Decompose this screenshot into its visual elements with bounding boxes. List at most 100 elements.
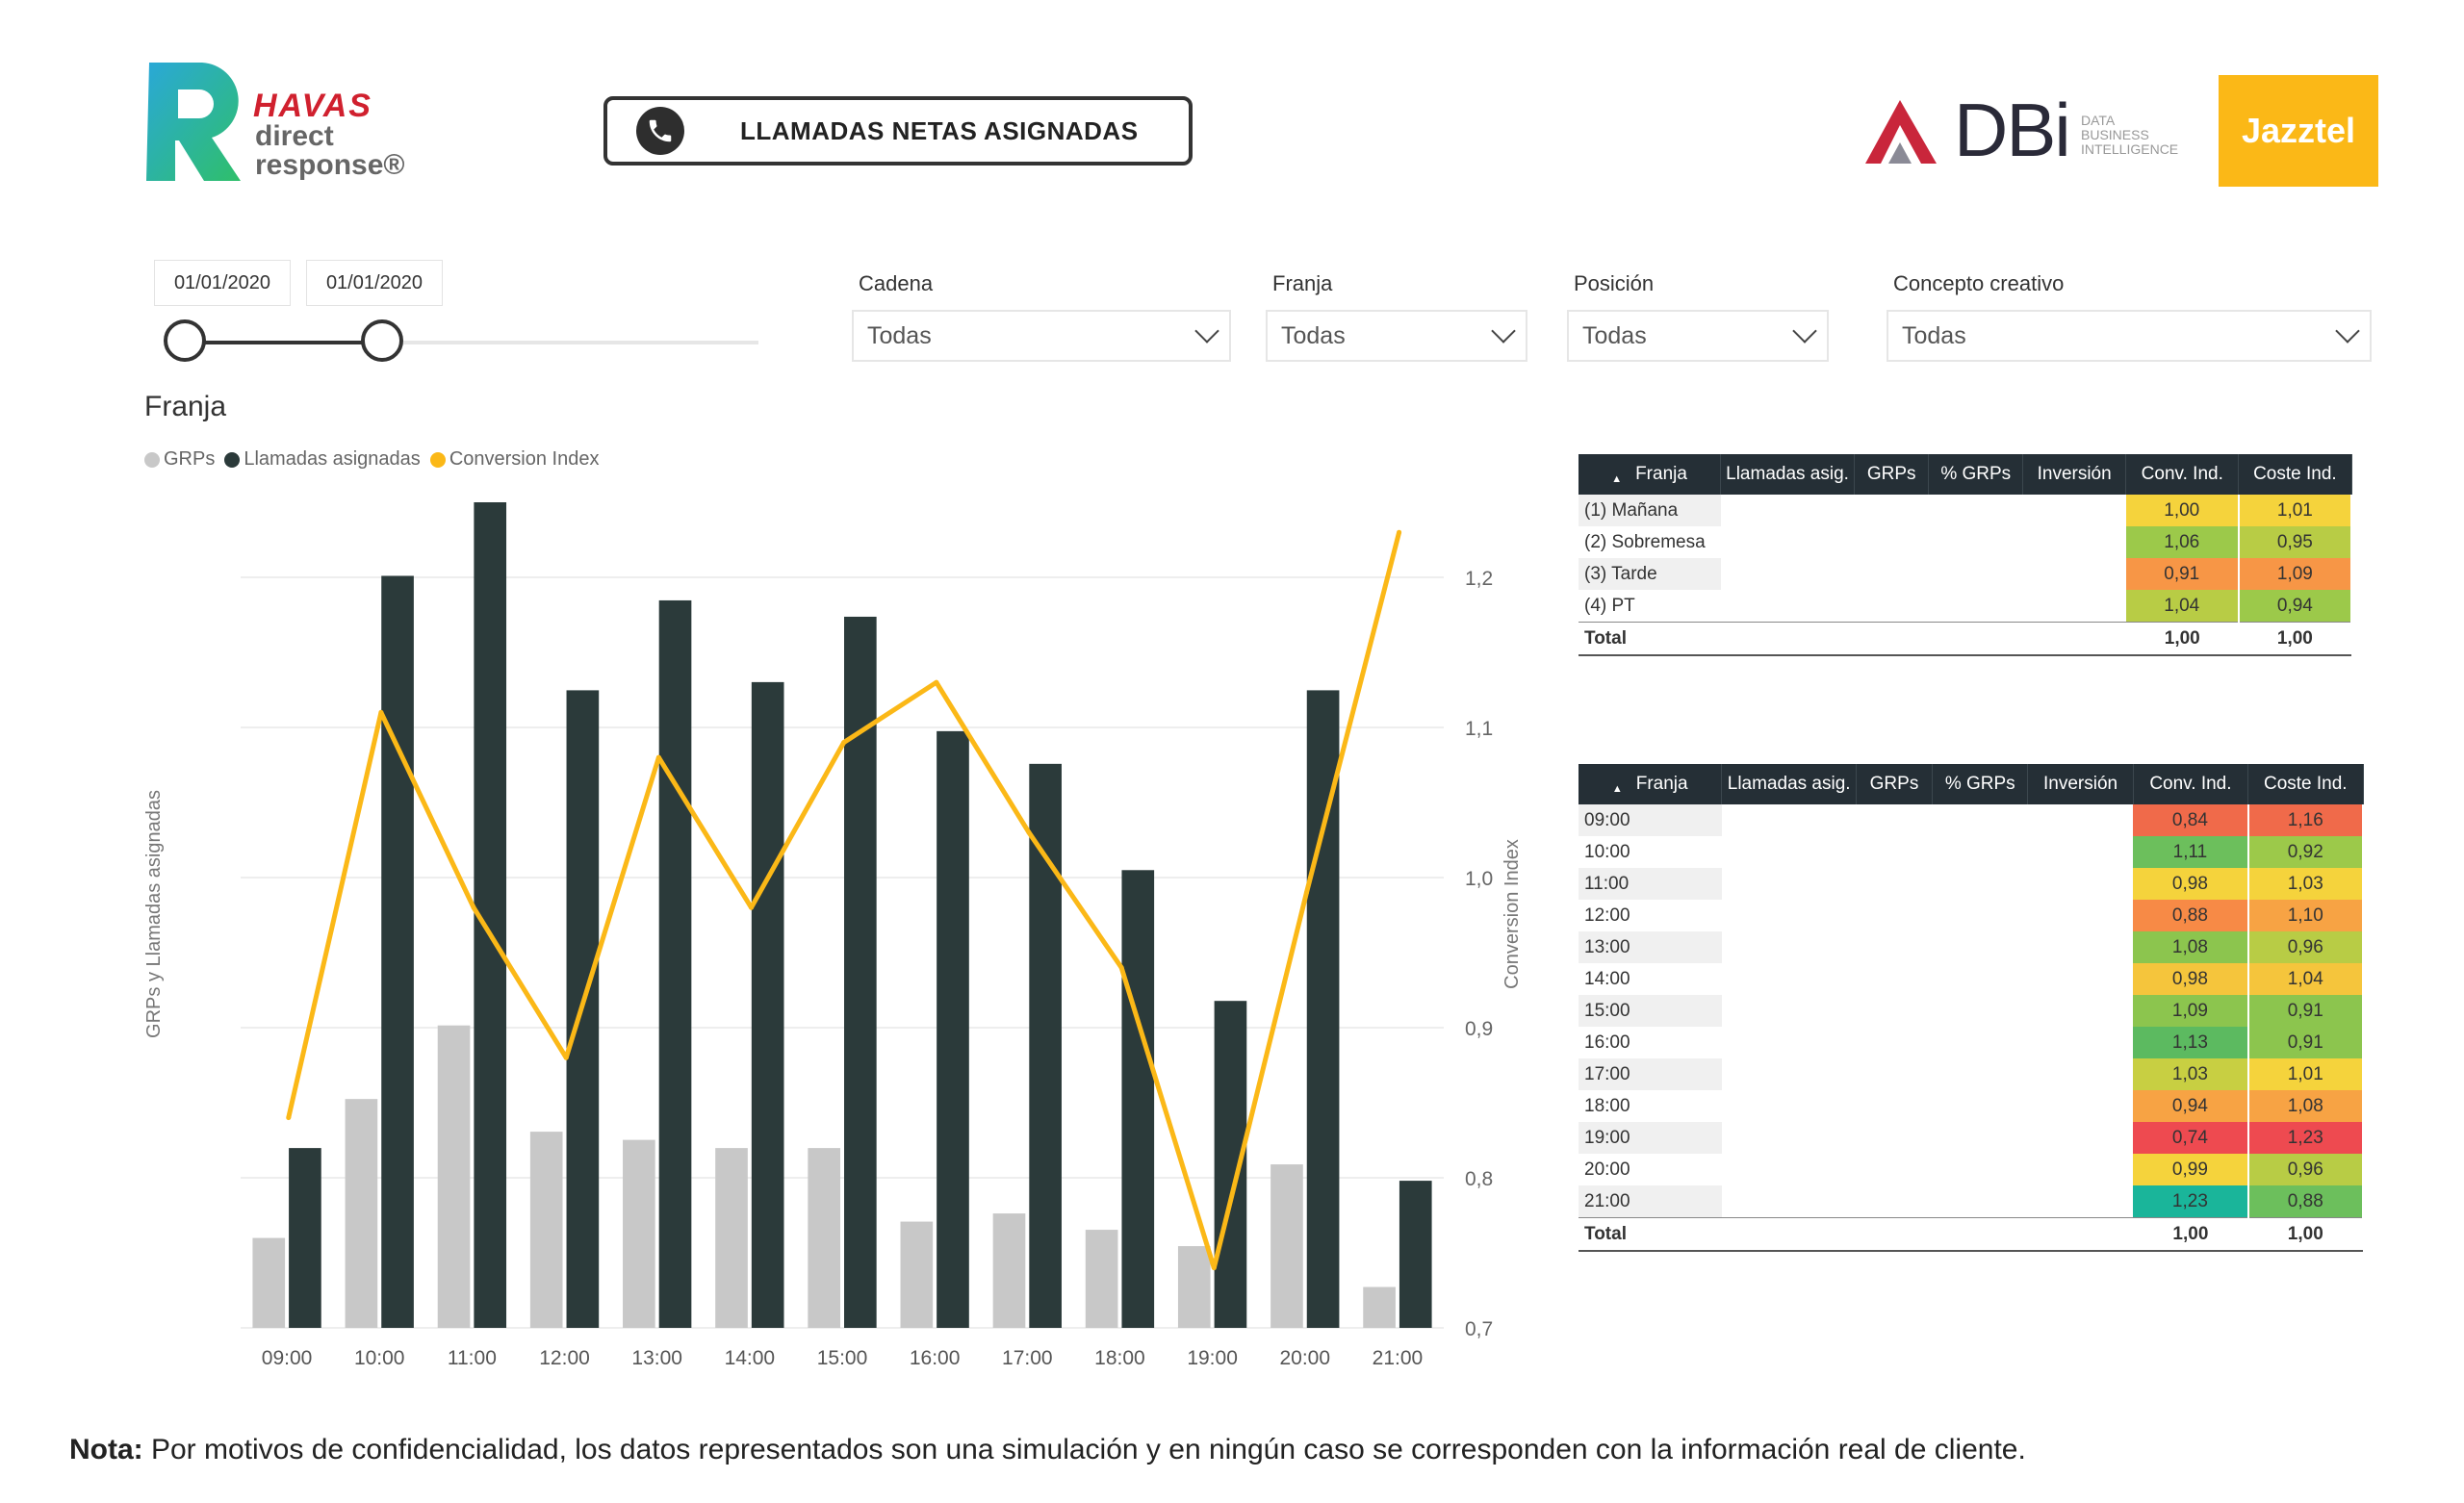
conv-ind-cell: 0,98: [2133, 868, 2249, 900]
conv-ind-cell: 0,99: [2133, 1154, 2249, 1185]
hora-summary-table: ▲ Franja Llamadas asig. GRPs% GRPs Inversión…: [1578, 764, 2365, 1252]
conv-ind-cell: 0,91: [2125, 558, 2240, 590]
conv-ind-cell: 0,94: [2133, 1090, 2249, 1122]
table-row[interactable]: (3) Tarde 0,91 1,09: [1578, 558, 2353, 590]
table-row[interactable]: 19:00 0,74 1,23: [1578, 1122, 2365, 1154]
column-header[interactable]: ▲ Franja: [1578, 454, 1722, 495]
date-slider-start-handle[interactable]: [164, 319, 206, 362]
llamadas-cell: [1722, 931, 1856, 963]
conv-ind-cell: 0,74: [2133, 1122, 2249, 1154]
cadena-dropdown[interactable]: Todas: [852, 310, 1231, 362]
pct-grps-cell: [1929, 526, 2023, 558]
inversion-cell: [2028, 931, 2133, 963]
pct-grps-cell: [1933, 1090, 2028, 1122]
franja-cell: 16:00: [1578, 1027, 1722, 1058]
report-title-box: LLAMADAS NETAS ASIGNADAS: [603, 96, 1193, 166]
conv-ind-cell: 1,13: [2133, 1027, 2249, 1058]
column-header[interactable]: Conv. Ind.: [2133, 764, 2249, 804]
franja-cell: 12:00: [1578, 900, 1722, 931]
column-header[interactable]: Llamadas asig.: [1720, 454, 1855, 495]
x-tick-label: 21:00: [1373, 1347, 1424, 1369]
legend-item-llamadas[interactable]: Llamadas asignadas: [224, 448, 421, 471]
table-row[interactable]: 17:00 1,03 1,01: [1578, 1058, 2365, 1090]
concepto-creativo-dropdown[interactable]: Todas: [1886, 310, 2372, 362]
pct-grps-cell: [1929, 558, 2023, 590]
y2-tick-label: 0,9: [1465, 1018, 1493, 1040]
coste-ind-cell: 1,01: [2238, 495, 2353, 526]
table-row[interactable]: 12:00 0,88 1,10: [1578, 900, 2365, 931]
column-header[interactable]: Llamadas asig.: [1721, 764, 1857, 804]
bar-grps: [1363, 1286, 1396, 1328]
date-from-input[interactable]: 01/01/2020: [154, 260, 291, 306]
table-row[interactable]: (4) PT 1,04 0,94: [1578, 590, 2353, 623]
table-row[interactable]: 11:00 0,98 1,03: [1578, 868, 2365, 900]
y2-tick-label: 0,7: [1465, 1318, 1493, 1340]
conv-ind-cell: 0,98: [2133, 963, 2249, 995]
inversion-cell: [2028, 868, 2133, 900]
column-header[interactable]: % GRPs: [1928, 454, 2024, 495]
column-header[interactable]: Conv. Ind.: [2125, 454, 2240, 495]
conv-ind-cell: 0,88: [2133, 900, 2249, 931]
bar-grps: [529, 1132, 563, 1328]
x-tick-label: 17:00: [1002, 1347, 1053, 1369]
point-conversion-index: [1303, 890, 1309, 896]
table-row[interactable]: (2) Sobremesa 1,06 0,95: [1578, 526, 2353, 558]
inversion-cell: [2028, 963, 2133, 995]
column-header[interactable]: GRPs: [1856, 764, 1934, 804]
llamadas-cell: [1722, 900, 1856, 931]
coste-ind-cell: 1,16: [2247, 804, 2365, 836]
coste-ind-cell: 1,08: [2247, 1090, 2365, 1122]
point-conversion-index: [934, 679, 939, 685]
llamadas-cell: [1722, 804, 1856, 836]
coste-ind-cell: 1,10: [2247, 900, 2365, 931]
table-row[interactable]: 10:00 1,11 0,92: [1578, 836, 2365, 868]
table-row[interactable]: 20:00 0,99 0,96: [1578, 1154, 2365, 1185]
x-tick-label: 14:00: [725, 1347, 776, 1369]
posicion-dropdown[interactable]: Todas: [1567, 310, 1829, 362]
conv-ind-cell: 1,08: [2133, 931, 2249, 963]
date-to-input[interactable]: 01/01/2020: [306, 260, 443, 306]
table-row[interactable]: 16:00 1,13 0,91: [1578, 1027, 2365, 1058]
column-header[interactable]: Coste Ind.: [2238, 454, 2352, 495]
point-conversion-index: [655, 754, 661, 760]
date-slider-end-handle[interactable]: [361, 319, 403, 362]
grps-cell: [1856, 1027, 1932, 1058]
total-cell: [1928, 622, 2023, 656]
llamadas-cell: [1722, 995, 1856, 1027]
legend-item-conversion[interactable]: Conversion Index: [429, 448, 599, 471]
coste-ind-cell: 0,91: [2247, 995, 2365, 1027]
column-header[interactable]: GRPs: [1854, 454, 1930, 495]
inversion-cell: [2028, 836, 2133, 868]
bar-grps: [715, 1148, 748, 1328]
column-header[interactable]: Coste Ind.: [2247, 764, 2364, 804]
x-tick-label: 19:00: [1187, 1347, 1238, 1369]
inversion-cell: [2028, 1090, 2133, 1122]
column-header[interactable]: Inversión: [2027, 764, 2134, 804]
havas-logo-line1: direct: [255, 120, 334, 152]
franja-cell: 10:00: [1578, 836, 1722, 868]
column-header[interactable]: Inversión: [2022, 454, 2127, 495]
table-row[interactable]: 18:00 0,94 1,08: [1578, 1090, 2365, 1122]
x-tick-label: 13:00: [631, 1347, 682, 1369]
table-row[interactable]: 21:00 1,23 0,88: [1578, 1185, 2365, 1218]
point-conversion-index: [378, 709, 384, 715]
table-row[interactable]: 15:00 1,09 0,91: [1578, 995, 2365, 1027]
chevron-down-icon: [1194, 318, 1219, 344]
table-row[interactable]: 14:00 0,98 1,04: [1578, 963, 2365, 995]
column-header[interactable]: % GRPs: [1932, 764, 2029, 804]
llamadas-cell: [1721, 558, 1855, 590]
total-cell: [1720, 622, 1855, 656]
pct-grps-cell: [1929, 590, 2023, 623]
table-row[interactable]: (1) Mañana 1,00 1,01: [1578, 495, 2353, 526]
column-header[interactable]: ▲ Franja: [1578, 764, 1723, 804]
legend-item-grps[interactable]: GRPs: [144, 448, 215, 471]
table-row[interactable]: 13:00 1,08 0,96: [1578, 931, 2365, 963]
total-cell: [2022, 622, 2126, 656]
x-tick-label: 10:00: [354, 1347, 405, 1369]
table-row[interactable]: 09:00 0,84 1,16: [1578, 804, 2365, 836]
havas-direct-response-logo: HAVAS direct response®: [140, 53, 419, 197]
franja-dropdown[interactable]: Todas: [1266, 310, 1527, 362]
point-conversion-index: [1211, 1265, 1217, 1271]
inversion-cell: [2023, 495, 2126, 526]
grps-cell: [1856, 1058, 1932, 1090]
